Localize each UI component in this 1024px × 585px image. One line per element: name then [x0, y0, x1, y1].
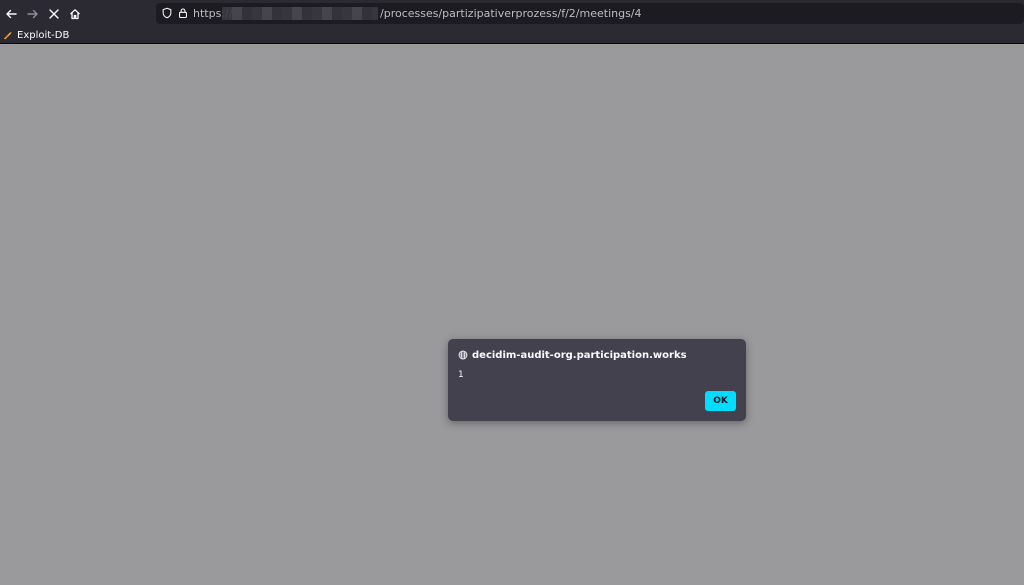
navigation-toolbar: https:// /processes/partizipativerprozes… — [0, 0, 1024, 27]
home-icon — [70, 9, 80, 20]
arrow-left-icon — [6, 9, 17, 19]
bookmark-exploit-db[interactable]: Exploit-DB — [3, 28, 69, 43]
bookmarks-toolbar: Exploit-DB — [0, 27, 1024, 44]
dialog-title: decidim-audit-org.participation.works — [472, 349, 687, 361]
redacted-host — [222, 7, 378, 20]
exploit-db-icon — [3, 31, 12, 40]
alert-dialog: decidim-audit-org.participation.works 1 … — [448, 339, 746, 421]
dialog-message: 1 — [458, 370, 464, 380]
page-content — [0, 44, 1024, 585]
ok-button[interactable]: OK — [705, 391, 736, 411]
home-button[interactable] — [65, 4, 85, 24]
arrow-right-icon — [27, 9, 38, 19]
lock-icon[interactable] — [176, 6, 190, 20]
globe-icon — [458, 350, 468, 360]
bookmark-label: Exploit-DB — [17, 29, 70, 41]
browser-chrome: https:// /processes/partizipativerprozes… — [0, 0, 1024, 44]
dialog-header: decidim-audit-org.participation.works — [458, 348, 687, 362]
close-icon — [49, 9, 59, 19]
address-bar[interactable]: https:// /processes/partizipativerprozes… — [156, 3, 1024, 24]
url-path: /processes/partizipativerprozess/f/2/mee… — [380, 7, 642, 20]
shield-icon[interactable] — [160, 6, 174, 20]
forward-button[interactable] — [23, 4, 43, 24]
back-button[interactable] — [1, 4, 21, 24]
stop-button[interactable] — [44, 4, 64, 24]
